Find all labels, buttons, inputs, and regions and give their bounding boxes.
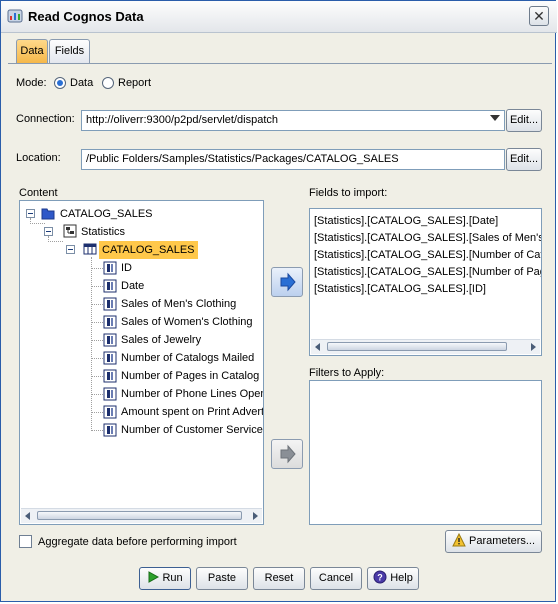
help-button[interactable]: ? Help bbox=[367, 567, 419, 590]
aggregate-checkbox[interactable] bbox=[19, 535, 32, 548]
location-edit-label: Edit... bbox=[509, 153, 539, 165]
paste-label: Paste bbox=[207, 572, 237, 584]
measure-icon bbox=[103, 279, 117, 293]
mode-data-radio[interactable] bbox=[54, 77, 66, 89]
location-field[interactable]: /Public Folders/Samples/Statistics/Packa… bbox=[81, 149, 505, 170]
measure-icon bbox=[103, 387, 117, 401]
scroll-thumb[interactable] bbox=[37, 511, 242, 520]
collapse-icon[interactable] bbox=[44, 227, 53, 236]
tree-field[interactable]: ID bbox=[121, 259, 132, 277]
measure-icon bbox=[103, 297, 117, 311]
folder-icon bbox=[41, 208, 55, 220]
connection-label: Connection: bbox=[16, 113, 75, 125]
location-edit-button[interactable]: Edit... bbox=[506, 148, 542, 171]
cancel-button[interactable]: Cancel bbox=[310, 567, 362, 590]
filters-label: Filters to Apply: bbox=[309, 367, 385, 379]
reset-button[interactable]: Reset bbox=[253, 567, 305, 590]
aggregate-label: Aggregate data before performing import bbox=[38, 536, 237, 548]
scroll-left-icon[interactable] bbox=[25, 512, 30, 520]
scroll-thumb[interactable] bbox=[327, 342, 507, 351]
content-hscrollbar[interactable] bbox=[21, 508, 262, 523]
svg-text:?: ? bbox=[377, 573, 383, 583]
connection-edit-button[interactable]: Edit... bbox=[506, 109, 542, 132]
connection-combo[interactable]: http://oliverr:9300/p2pd/servlet/dispatc… bbox=[81, 110, 505, 131]
mode-report-radio[interactable] bbox=[102, 77, 114, 89]
measure-icon bbox=[103, 405, 117, 419]
arrow-right-icon bbox=[280, 272, 296, 292]
dialog-window: Read Cognos Data ✕ Data Fields Mode: Dat… bbox=[0, 0, 557, 602]
close-button[interactable]: ✕ bbox=[529, 6, 549, 26]
tree-field[interactable]: Sales of Men's Clothing bbox=[121, 295, 236, 313]
tree-field[interactable]: Number of Customer Service bbox=[121, 421, 263, 439]
tree-field[interactable]: Sales of Jewelry bbox=[121, 331, 201, 349]
arrow-right-icon bbox=[280, 444, 296, 464]
reset-label: Reset bbox=[264, 572, 294, 584]
import-field-item[interactable]: [Statistics].[CATALOG_SALES].[Date] bbox=[314, 213, 498, 230]
help-icon: ? bbox=[373, 570, 387, 584]
title-bar[interactable]: Read Cognos Data ✕ bbox=[1, 1, 557, 33]
filters-list[interactable] bbox=[309, 380, 542, 525]
window-title: Read Cognos Data bbox=[28, 9, 144, 24]
measure-icon bbox=[103, 261, 117, 275]
measure-icon bbox=[103, 423, 117, 437]
tree-field[interactable]: Number of Catalogs Mailed bbox=[121, 349, 254, 367]
fields-to-import-list[interactable]: [Statistics].[CATALOG_SALES].[Date] [Sta… bbox=[309, 208, 542, 356]
help-label: Help bbox=[390, 572, 413, 584]
tree-field[interactable]: Date bbox=[121, 277, 144, 295]
import-field-item[interactable]: [Statistics].[CATALOG_SALES].[Number of … bbox=[314, 247, 541, 264]
move-to-filters-button[interactable] bbox=[271, 439, 303, 469]
play-icon bbox=[148, 571, 160, 583]
scroll-right-icon[interactable] bbox=[253, 512, 258, 520]
warning-icon bbox=[452, 532, 466, 547]
tab-data[interactable]: Data bbox=[16, 39, 48, 63]
import-field-item[interactable]: [Statistics].[CATALOG_SALES].[Sales of M… bbox=[314, 230, 541, 247]
tree-namespace[interactable]: Statistics bbox=[81, 223, 125, 241]
tree-field[interactable]: Amount spent on Print Advert bbox=[121, 403, 263, 421]
content-tree[interactable]: CATALOG_SALES Statistics CATALOG_SALES I… bbox=[19, 200, 264, 525]
mode-label: Mode: bbox=[16, 77, 47, 89]
measure-icon bbox=[103, 351, 117, 365]
tab-data-label: Data bbox=[20, 45, 44, 57]
mode-data-label: Data bbox=[70, 77, 94, 89]
close-icon: ✕ bbox=[533, 8, 545, 24]
tree-root[interactable]: CATALOG_SALES bbox=[60, 205, 153, 223]
cancel-label: Cancel bbox=[318, 572, 354, 584]
namespace-icon bbox=[63, 224, 77, 238]
app-icon bbox=[7, 9, 23, 23]
import-field-item[interactable]: [Statistics].[CATALOG_SALES].[ID] bbox=[314, 281, 486, 298]
location-value: /Public Folders/Samples/Statistics/Packa… bbox=[86, 153, 399, 165]
tree-field[interactable]: Sales of Women's Clothing bbox=[121, 313, 253, 331]
measure-icon bbox=[103, 315, 117, 329]
run-button[interactable]: Run bbox=[139, 567, 191, 590]
chevron-down-icon bbox=[490, 115, 500, 121]
mode-report-label: Report bbox=[118, 77, 152, 89]
table-icon bbox=[83, 243, 97, 255]
tab-fields[interactable]: Fields bbox=[49, 39, 90, 63]
paste-button[interactable]: Paste bbox=[196, 567, 248, 590]
tab-fields-label: Fields bbox=[54, 45, 85, 57]
parameters-button[interactable]: Parameters... bbox=[445, 530, 542, 553]
content-label: Content bbox=[19, 187, 58, 199]
scroll-left-icon[interactable] bbox=[315, 343, 320, 351]
parameters-label: Parameters... bbox=[469, 535, 536, 547]
fields-to-import-label: Fields to import: bbox=[309, 187, 388, 199]
import-hscrollbar[interactable] bbox=[311, 339, 540, 354]
measure-icon bbox=[103, 369, 117, 383]
measure-icon bbox=[103, 333, 117, 347]
tree-field[interactable]: Number of Pages in Catalog bbox=[121, 367, 259, 385]
move-to-fields-button[interactable] bbox=[271, 267, 303, 297]
connection-edit-label: Edit... bbox=[509, 114, 539, 126]
run-label: Run bbox=[162, 572, 183, 584]
tree-field[interactable]: Number of Phone Lines Open bbox=[121, 385, 263, 403]
collapse-icon[interactable] bbox=[66, 245, 75, 254]
tree-query-subject[interactable]: CATALOG_SALES bbox=[99, 241, 198, 259]
import-field-item[interactable]: [Statistics].[CATALOG_SALES].[Number of … bbox=[314, 264, 541, 281]
connection-value: http://oliverr:9300/p2pd/servlet/dispatc… bbox=[86, 114, 279, 126]
collapse-icon[interactable] bbox=[26, 209, 35, 218]
location-label: Location: bbox=[16, 152, 61, 164]
scroll-right-icon[interactable] bbox=[531, 343, 536, 351]
